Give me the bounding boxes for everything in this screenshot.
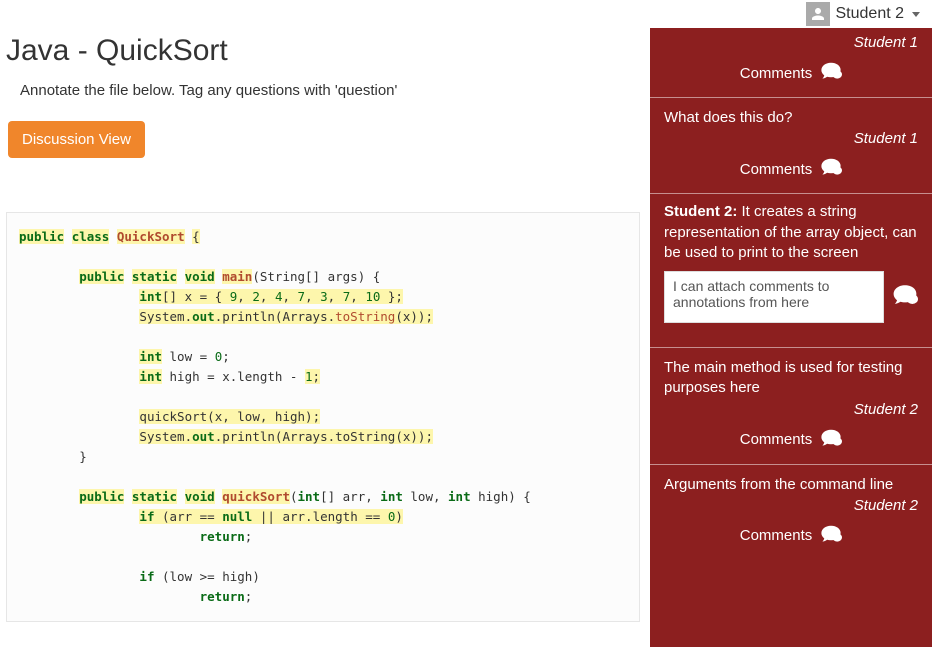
annotation-text: Arguments from the command line: [664, 475, 918, 495]
annotation-reply-block: Student 2: It creates a string represent…: [650, 194, 932, 348]
annotation-block: Student 1 Comments: [650, 28, 932, 98]
page-title: Java - QuickSort: [6, 34, 640, 68]
avatar-icon: [806, 2, 830, 26]
topbar: Student 2: [0, 0, 932, 28]
comment-input[interactable]: [664, 271, 884, 323]
user-menu[interactable]: Student 2: [802, 0, 925, 28]
sidebar: → Student 1 Comments What does this do? …: [650, 28, 932, 647]
comments-button[interactable]: Comments: [664, 428, 918, 452]
comment-input-row: [664, 271, 918, 323]
comments-button[interactable]: Comments: [664, 157, 918, 181]
annotation-author: Student 2: [664, 401, 918, 418]
annotation-text: What does this do?: [664, 108, 918, 128]
comments-button[interactable]: Comments: [664, 61, 918, 85]
annotation-author: Student 2: [664, 497, 918, 514]
user-name: Student 2: [836, 5, 905, 23]
annotation-reply: Student 2: It creates a string represent…: [650, 194, 932, 263]
chat-icon: [820, 524, 842, 548]
annotation-author: Student 1: [664, 130, 918, 147]
chat-icon: [820, 61, 842, 85]
discussion-view-button[interactable]: Discussion View: [8, 121, 145, 158]
main-panel: Java - QuickSort Annotate the file below…: [0, 28, 650, 647]
caret-down-icon: [912, 12, 920, 17]
comments-button[interactable]: Comments: [664, 524, 918, 548]
annotation-block: Arguments from the command line Student …: [650, 465, 932, 560]
instructions: Annotate the file below. Tag any questio…: [20, 82, 640, 99]
send-comment-icon[interactable]: [892, 282, 918, 312]
chat-icon: [820, 428, 842, 452]
annotation-block: What does this do? Student 1 Comments: [650, 98, 932, 194]
annotation-author: Student 1: [664, 34, 918, 51]
annotation-block: The main method is used for testing purp…: [650, 348, 932, 465]
chat-icon: [820, 157, 842, 181]
code-editor[interactable]: public class QuickSort { public static v…: [6, 212, 640, 622]
annotation-text: The main method is used for testing purp…: [664, 358, 918, 399]
